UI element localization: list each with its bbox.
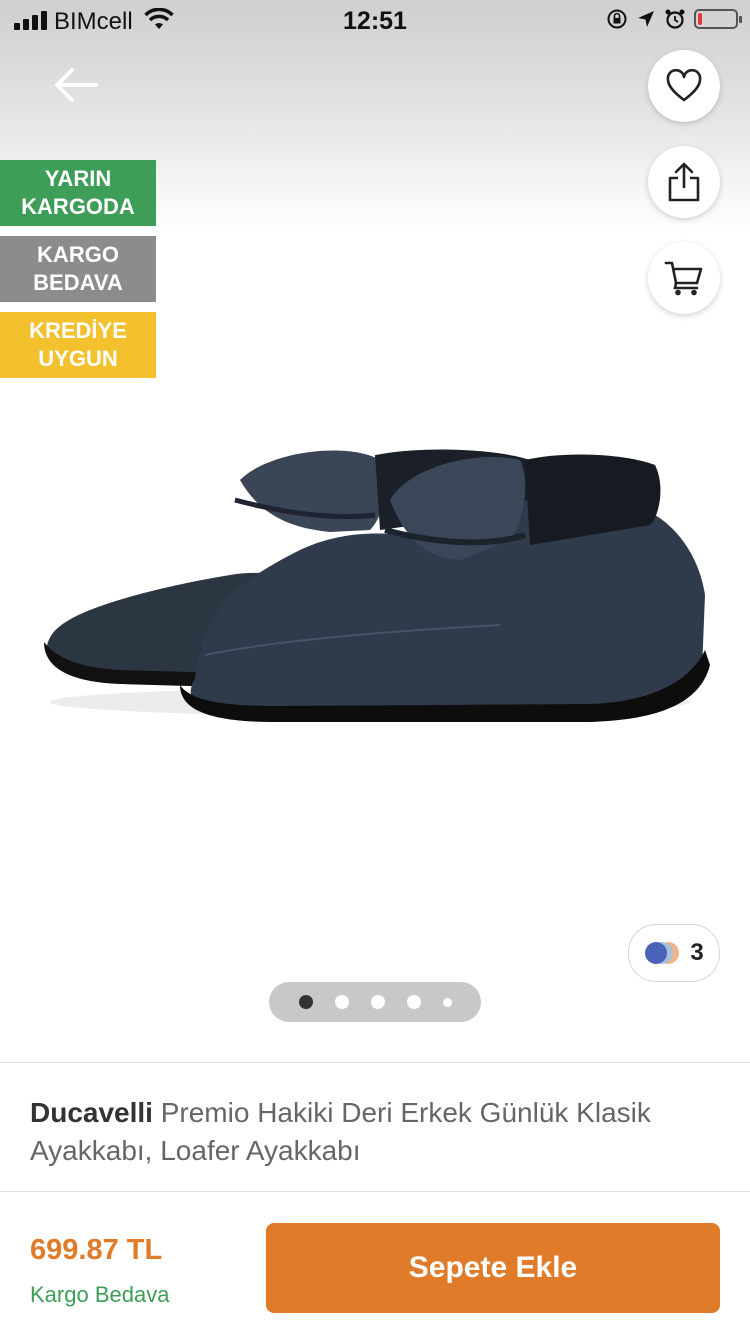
product-image[interactable] [30,420,720,740]
arrow-left-icon [55,68,98,102]
badge-line: KREDİYE [29,318,127,343]
divider [0,1062,750,1063]
favorite-button[interactable] [648,50,720,122]
status-icons [606,8,742,30]
badge-line: UYGUN [38,346,118,371]
color-variants-icon [645,942,680,964]
battery-level [698,13,702,25]
pager-dot[interactable] [334,995,349,1009]
share-icon [668,162,700,202]
pager-dot[interactable] [298,995,313,1009]
image-pager[interactable] [269,982,481,1022]
pager-dot[interactable] [406,995,421,1009]
badge-line: BEDAVA [33,270,123,295]
add-to-cart-button[interactable]: Sepete Ekle [266,1223,720,1313]
badge-line: KARGODA [21,194,135,219]
color-variants-button[interactable]: 3 [628,924,720,982]
badge-line: YARIN [44,166,112,191]
color-variant-count: 3 [690,939,704,966]
status-bar: BIMcell 12:51 [0,0,750,40]
pager-dot[interactable] [442,997,452,1007]
battery-icon [694,9,742,29]
shipping-info: Kargo Bedava [30,1282,170,1307]
badge-fast-shipping: YARIN KARGODA [0,160,156,226]
cart-button[interactable] [648,242,720,314]
badge-line: KARGO [37,242,119,267]
product-title: Ducavelli Premio Hakiki Deri Erkek Günlü… [30,1094,730,1170]
alarm-icon [665,9,685,29]
badge-credit-eligible: KREDİYE UYGUN [0,312,156,378]
location-icon [638,11,654,27]
heart-icon [666,69,702,102]
pager-dot[interactable] [370,995,385,1009]
badge-free-shipping: KARGO BEDAVA [0,236,156,302]
cart-icon [664,261,703,296]
rotation-lock-icon [607,9,627,29]
price: 699.87 TL [30,1234,163,1266]
product-brand[interactable]: Ducavelli [30,1097,153,1128]
back-button[interactable] [48,62,104,108]
share-button[interactable] [648,146,720,218]
